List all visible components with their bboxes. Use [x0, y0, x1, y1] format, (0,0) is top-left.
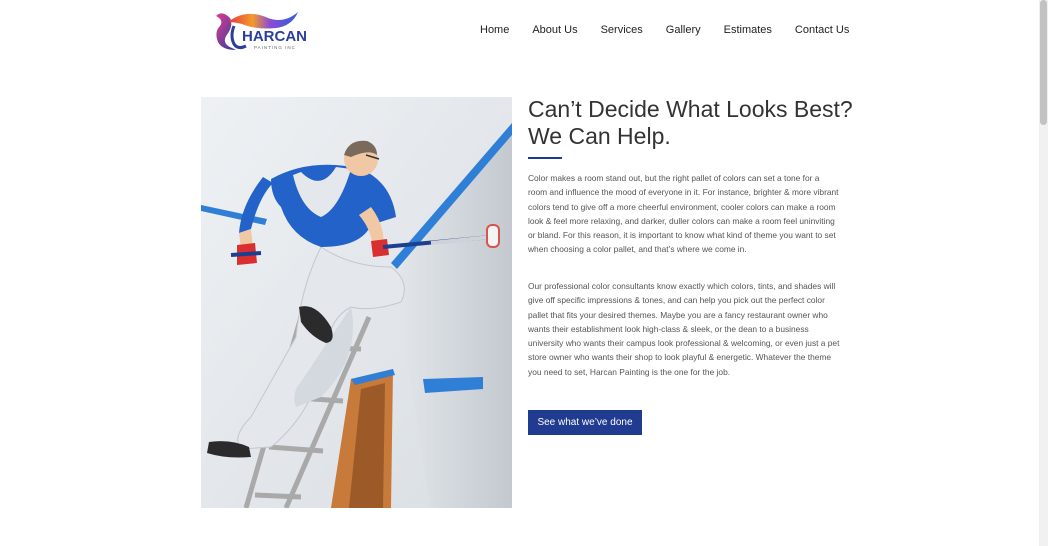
nav-services[interactable]: Services — [601, 24, 643, 38]
nav-gallery[interactable]: Gallery — [666, 24, 701, 38]
nav-estimates[interactable]: Estimates — [724, 24, 772, 38]
see-work-button[interactable]: See what we’ve done — [528, 410, 642, 435]
nav-about-us[interactable]: About Us — [532, 24, 577, 38]
section-heading: Can’t Decide What Looks Best? We Can Hel… — [528, 96, 858, 150]
nav-contact-us[interactable]: Contact Us — [795, 24, 849, 38]
heading-line-1: Can’t Decide What Looks Best? — [528, 96, 853, 122]
nav-home[interactable]: Home — [480, 24, 509, 38]
heading-line-2: We Can Help. — [528, 123, 671, 149]
logo-wordmark: HARCAN — [242, 28, 307, 45]
main-nav: Home About Us Services Gallery Estimates… — [480, 24, 849, 38]
logo-subtext: PAINTING INC — [254, 45, 296, 50]
consultants-paragraph: Our professional color consultants know … — [528, 281, 840, 377]
heading-divider — [528, 157, 562, 159]
scrollbar-thumb[interactable] — [1040, 0, 1047, 125]
intro-paragraph: Color makes a room stand out, but the ri… — [528, 173, 839, 255]
page-scrollbar[interactable] — [1039, 0, 1048, 546]
harcan-logo[interactable]: HARCAN PAINTING INC — [212, 6, 310, 56]
painter-photo — [201, 97, 512, 508]
